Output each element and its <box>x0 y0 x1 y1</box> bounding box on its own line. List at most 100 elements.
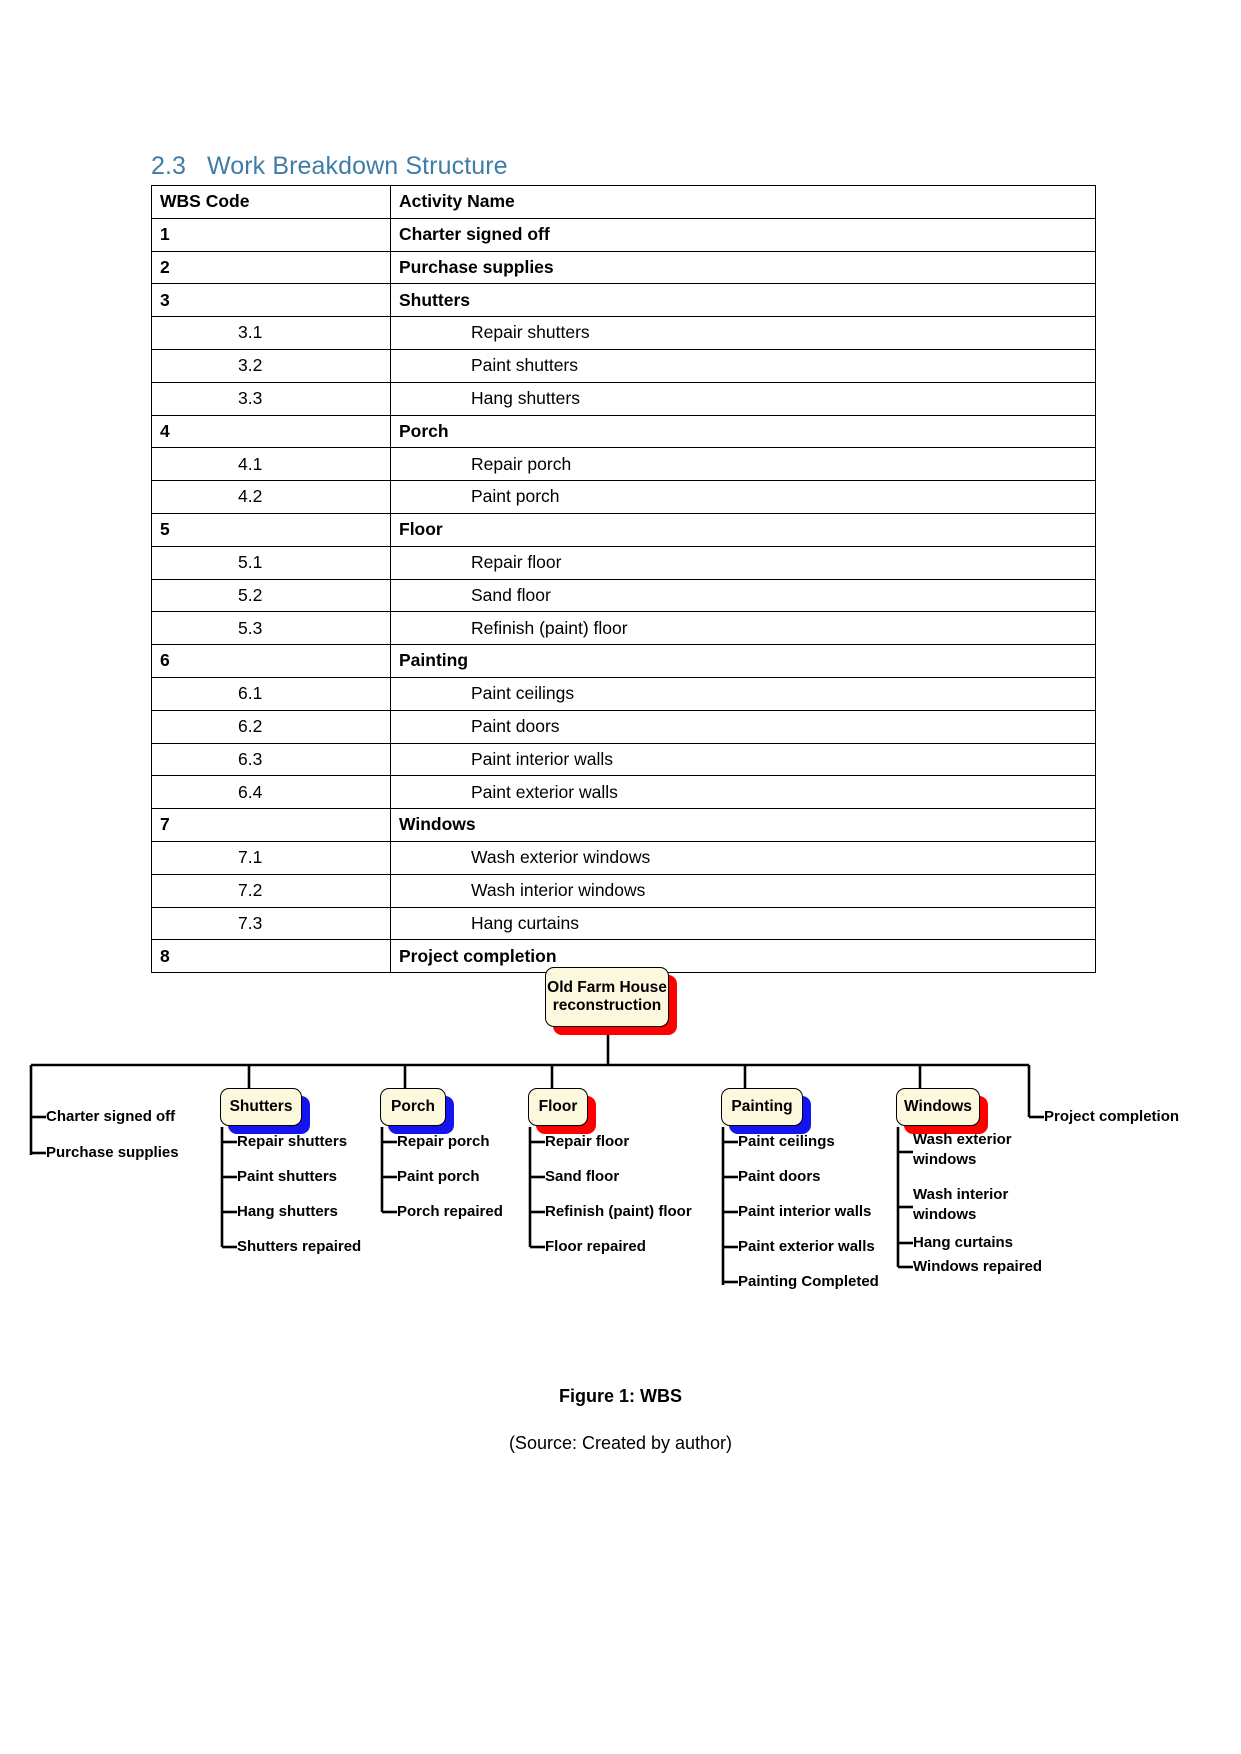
cell-activity-name-text: Refinish (paint) floor <box>471 617 628 638</box>
cell-wbs-code: 1 <box>151 217 391 252</box>
cell-activity-name-text: Paint exterior walls <box>471 781 618 802</box>
branch-node-label-painting: Painting <box>731 1097 793 1115</box>
cell-wbs-code: 6.4 <box>151 775 391 810</box>
cell-wbs-code-text: 6.2 <box>238 716 263 737</box>
leaf-label-paint-doors: Paint doors <box>738 1168 821 1185</box>
table-row: 7.1 Wash exterior windows <box>151 840 1096 875</box>
cell-wbs-code-text: 5.3 <box>238 617 263 638</box>
table-row: 5.2 Sand floor <box>151 578 1096 613</box>
cell-activity-name-text: Wash interior windows <box>471 880 646 900</box>
cell-wbs-code: 5.1 <box>151 545 391 580</box>
cell-wbs-code: 3.2 <box>151 348 391 383</box>
cell-activity-name: Wash interior windows <box>390 873 1096 908</box>
cell-activity-name: Paint exterior walls <box>390 775 1096 810</box>
cell-wbs-code-text: 5 <box>160 519 170 540</box>
cell-wbs-code: 6.1 <box>151 676 391 711</box>
cell-wbs-code: 7.3 <box>151 906 391 941</box>
root-node[interactable]: Old Farm House reconstruction <box>545 967 669 1027</box>
document-page: 2.3 Work Breakdown Structure WBS Code Acti… <box>0 0 1241 1754</box>
leaf-label-hang-shutters: Hang shutters <box>237 1203 338 1220</box>
cell-activity-name-text: Repair porch <box>471 453 572 474</box>
cell-wbs-code: 6 <box>151 644 391 678</box>
cell-activity-name-text: Repair floor <box>471 552 562 573</box>
cell-activity-name: Purchase supplies <box>390 250 1096 285</box>
cell-activity-name: Paint shutters <box>390 348 1096 383</box>
branch-node-label-porch: Porch <box>391 1097 435 1115</box>
cell-wbs-code: 2 <box>151 250 391 285</box>
cell-activity-name-text: Paint interior walls <box>471 748 613 769</box>
cell-activity-name-text: Hang curtains <box>471 912 579 933</box>
cell-wbs-code-text: 3 <box>160 289 170 310</box>
cell-wbs-code-text: 6.4 <box>238 781 263 802</box>
cell-activity-name: Paint doors <box>390 709 1096 744</box>
cell-wbs-code-text: 5.2 <box>238 584 263 605</box>
cell-wbs-code-text: 2 <box>160 256 170 277</box>
branch-node-painting[interactable]: Painting <box>721 1088 803 1126</box>
table-row: 1 Charter signed off <box>151 217 1096 252</box>
leaf-label-porch-repaired: Porch repaired <box>397 1203 503 1220</box>
leaf-label-sand-floor: Sand floor <box>545 1168 620 1185</box>
leaf-label-purchase-supplies: Purchase supplies <box>46 1144 179 1161</box>
cell-wbs-code: 5.3 <box>151 611 391 646</box>
cell-activity-name-text: Porch <box>399 420 449 441</box>
cell-activity-name-text: Floor <box>399 519 443 540</box>
cell-wbs-code: 3.1 <box>151 316 391 350</box>
table-row: 6.1 Paint ceilings <box>151 676 1096 711</box>
cell-wbs-code-text: 7.1 <box>238 847 263 868</box>
branch-node-porch[interactable]: Porch <box>380 1088 446 1126</box>
table-row: 3.3 Hang shutters <box>151 381 1096 416</box>
cell-wbs-code-text: 4.2 <box>238 486 263 507</box>
cell-activity-name: Paint interior walls <box>390 742 1096 777</box>
leaf-label-floor-repaired: Floor repaired <box>545 1238 646 1255</box>
cell-activity-name: Floor <box>390 512 1096 547</box>
cell-activity-name: Shutters <box>390 283 1096 318</box>
cell-wbs-code-text: 7 <box>160 814 170 835</box>
cell-activity-name: Porch <box>390 414 1096 449</box>
cell-activity-name: Refinish (paint) floor <box>390 611 1096 646</box>
cell-wbs-code: 7.2 <box>151 873 391 908</box>
leaf-label-repair-shutters: Repair shutters <box>237 1133 348 1150</box>
cell-wbs-code: 5.2 <box>151 578 391 613</box>
cell-activity-name-text: Paint porch <box>471 486 560 507</box>
cell-activity-name: Paint ceilings <box>390 676 1096 711</box>
cell-activity-name: Charter signed off <box>390 217 1096 252</box>
leaf-label-paint-shutters: Paint shutters <box>237 1168 338 1185</box>
branch-node-shutters[interactable]: Shutters <box>220 1088 302 1126</box>
cell-activity-name: Repair floor <box>390 545 1096 580</box>
cell-wbs-code: 6.2 <box>151 709 391 744</box>
table-row: 7.2 Wash interior windows <box>151 873 1096 908</box>
table-row: 5.3 Refinish (paint) floor <box>151 611 1096 646</box>
leaf-label-wash-interior-windows: Wash interior windows <box>913 1186 1009 1224</box>
branch-node-windows[interactable]: Windows <box>896 1088 980 1126</box>
cell-activity-name: Windows <box>390 808 1096 842</box>
cell-wbs-code-text: 3.2 <box>238 355 263 376</box>
section-title: Work Breakdown Structure <box>207 152 508 180</box>
cell-activity-name-text: Shutters <box>399 289 470 310</box>
branch-node-label-floor: Floor <box>538 1097 578 1115</box>
cell-activity-name-text: Sand floor <box>471 584 551 605</box>
section-heading: 2.3 Work Breakdown Structure <box>151 152 508 181</box>
table-row: 6.4 Paint exterior walls <box>151 775 1096 810</box>
cell-wbs-code: 4 <box>151 414 391 449</box>
leaf-label-paint-exterior-walls: Paint exterior walls <box>738 1238 875 1255</box>
leaf-label-refinish-paint-floor: Refinish (paint) floor <box>545 1203 692 1220</box>
leaf-label-repair-porch: Repair porch <box>397 1133 490 1150</box>
leaf-label-shutters-repaired: Shutters repaired <box>237 1238 362 1255</box>
table-row: 6.3 Paint interior walls <box>151 742 1096 777</box>
cell-wbs-code-text: 3.1 <box>238 322 263 343</box>
cell-activity-name-text: Paint shutters <box>471 355 578 376</box>
table-row: 4.2 Paint porch <box>151 480 1096 514</box>
cell-wbs-code: 5 <box>151 512 391 547</box>
table-row: 2 Purchase supplies <box>151 250 1096 285</box>
leaf-label-charter-signed-off: Charter signed off <box>46 1108 176 1125</box>
cell-wbs-code: 7.1 <box>151 840 391 875</box>
branch-node-floor[interactable]: Floor <box>528 1088 588 1126</box>
column-header-activity-name: Activity Name <box>390 185 1096 219</box>
cell-activity-name: Wash exterior windows <box>390 840 1096 875</box>
table-row: 6.2 Paint doors <box>151 709 1096 744</box>
cell-wbs-code-text: 7.2 <box>238 880 263 900</box>
figure-caption: Figure 1: WBS <box>558 1386 682 1406</box>
cell-wbs-code-text: 6.1 <box>238 683 263 704</box>
wbs-table: WBS Code Activity Name 1 Charter signed off… <box>151 185 1096 974</box>
cell-wbs-code-text: 7.3 <box>238 912 263 933</box>
